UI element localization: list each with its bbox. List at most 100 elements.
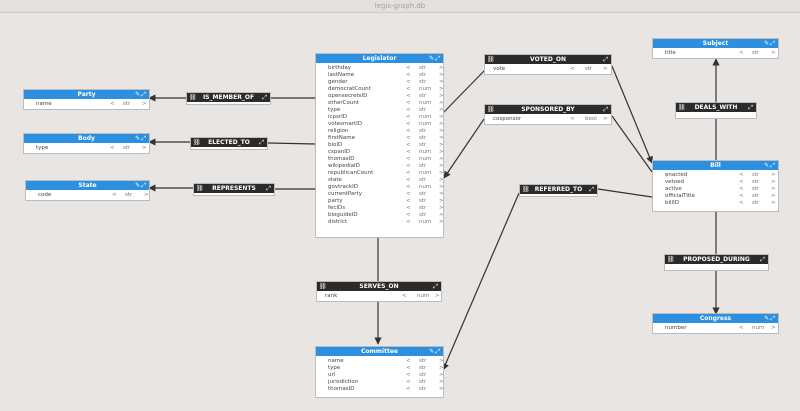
rel-sponsored-by[interactable]: ⛓ SPONSORED_BY ⤢ cosponsor < bool > (484, 104, 612, 125)
chevron-right-icon[interactable]: > (439, 65, 444, 72)
chevron-right-icon[interactable]: > (439, 358, 444, 365)
chevron-right-icon[interactable]: > (439, 135, 444, 142)
chevron-right-icon[interactable]: > (439, 386, 444, 393)
chevron-right-icon[interactable]: > (439, 93, 444, 100)
chevron-left-icon[interactable]: < (406, 219, 411, 226)
chevron-left-icon[interactable]: < (406, 72, 411, 79)
chevron-right-icon[interactable]: > (439, 177, 444, 184)
rel-serves-on[interactable]: ⛓ SERVES_ON ⤢ rank < num > (316, 281, 442, 302)
expand-icon[interactable]: ⤢ (266, 185, 272, 192)
chevron-left-icon[interactable]: < (406, 100, 411, 107)
chevron-left-icon[interactable]: < (739, 172, 744, 179)
chevron-left-icon[interactable]: < (406, 177, 411, 184)
chevron-left-icon[interactable]: < (110, 145, 115, 152)
chevron-left-icon[interactable]: < (406, 184, 411, 191)
expand-icon[interactable]: ⤢ (433, 283, 439, 290)
chevron-left-icon[interactable]: < (110, 101, 115, 108)
chevron-left-icon[interactable]: < (739, 179, 744, 186)
expand-icon[interactable]: ⤢ (770, 162, 776, 169)
chevron-right-icon[interactable]: > (142, 145, 147, 152)
chevron-left-icon[interactable]: < (739, 325, 744, 332)
chevron-right-icon[interactable]: > (439, 100, 444, 107)
chevron-right-icon[interactable]: > (439, 184, 444, 191)
expand-icon[interactable]: ⤢ (141, 182, 147, 189)
chevron-left-icon[interactable]: < (570, 66, 575, 73)
chevron-right-icon[interactable]: > (771, 193, 776, 200)
node-state[interactable]: State ✎⤢ code < str > (25, 180, 150, 201)
chevron-right-icon[interactable]: > (439, 205, 444, 212)
chevron-right-icon[interactable]: > (439, 212, 444, 219)
chevron-right-icon[interactable]: > (439, 121, 444, 128)
chevron-left-icon[interactable]: < (406, 205, 411, 212)
chevron-left-icon[interactable]: < (406, 149, 411, 156)
chevron-right-icon[interactable]: > (439, 86, 444, 93)
chevron-left-icon[interactable]: < (406, 135, 411, 142)
expand-icon[interactable]: ⤢ (748, 104, 754, 111)
chevron-left-icon[interactable]: < (739, 186, 744, 193)
chevron-left-icon[interactable]: < (739, 193, 744, 200)
rel-proposed-during[interactable]: ⛓ PROPOSED_DURING ⤢ (664, 254, 769, 271)
chevron-right-icon[interactable]: > (603, 66, 608, 73)
chevron-left-icon[interactable]: < (406, 163, 411, 170)
chevron-left-icon[interactable]: < (406, 65, 411, 72)
chevron-left-icon[interactable]: < (406, 212, 411, 219)
chevron-right-icon[interactable]: > (771, 200, 776, 207)
chevron-left-icon[interactable]: < (406, 114, 411, 121)
chevron-left-icon[interactable]: < (406, 170, 411, 177)
chevron-right-icon[interactable]: > (439, 156, 444, 163)
node-subject[interactable]: Subject ✎⤢ title < str > (652, 38, 779, 59)
chevron-left-icon[interactable]: < (739, 50, 744, 57)
expand-icon[interactable]: ⤢ (435, 348, 441, 355)
chevron-right-icon[interactable]: > (435, 293, 440, 300)
chevron-right-icon[interactable]: > (439, 114, 444, 121)
chevron-left-icon[interactable]: < (406, 365, 411, 372)
chevron-left-icon[interactable]: < (406, 107, 411, 114)
chevron-left-icon[interactable]: < (112, 192, 117, 199)
chevron-left-icon[interactable]: < (406, 93, 411, 100)
chevron-right-icon[interactable]: > (142, 101, 147, 108)
node-congress[interactable]: Congress ✎⤢ number < num > (652, 313, 779, 334)
chevron-left-icon[interactable]: < (406, 386, 411, 393)
chevron-left-icon[interactable]: < (406, 358, 411, 365)
chevron-right-icon[interactable]: > (771, 172, 776, 179)
node-committee[interactable]: Committee ✎⤢ name < str > type < str > url < str > j… (315, 346, 444, 398)
chevron-right-icon[interactable]: > (439, 219, 444, 226)
rel-referred-to[interactable]: ⛓ REFERRED_TO ⤢ (519, 184, 598, 197)
chevron-right-icon[interactable]: > (439, 128, 444, 135)
chevron-right-icon[interactable]: > (439, 163, 444, 170)
chevron-right-icon[interactable]: > (439, 142, 444, 149)
expand-icon[interactable]: ⤢ (435, 55, 441, 62)
chevron-right-icon[interactable]: > (439, 365, 444, 372)
chevron-left-icon[interactable]: < (406, 156, 411, 163)
expand-icon[interactable]: ⤢ (770, 40, 776, 47)
node-party[interactable]: Party ✎⤢ name < str > (23, 89, 150, 110)
chevron-left-icon[interactable]: < (406, 198, 411, 205)
chevron-left-icon[interactable]: < (406, 372, 411, 379)
node-legislator[interactable]: Legislator ✎⤢ birthday < str > lastName < str >… (315, 53, 444, 238)
chevron-right-icon[interactable]: > (771, 186, 776, 193)
chevron-left-icon[interactable]: < (406, 121, 411, 128)
chevron-right-icon[interactable]: > (439, 379, 444, 386)
chevron-right-icon[interactable]: > (603, 116, 608, 123)
chevron-right-icon[interactable]: > (771, 50, 776, 57)
chevron-right-icon[interactable]: > (771, 179, 776, 186)
chevron-left-icon[interactable]: < (406, 86, 411, 93)
rel-voted-on[interactable]: ⛓ VOTED_ON ⤢ vote < str > (484, 54, 612, 75)
expand-icon[interactable]: ⤢ (262, 94, 268, 101)
expand-icon[interactable]: ⤢ (603, 56, 609, 63)
expand-icon[interactable]: ⤢ (141, 91, 147, 98)
expand-icon[interactable]: ⤢ (141, 135, 147, 142)
chevron-left-icon[interactable]: < (570, 116, 575, 123)
rel-is-member-of[interactable]: ⛓ IS_MEMBER_OF ⤢ (186, 92, 271, 105)
chevron-left-icon[interactable]: < (406, 79, 411, 86)
chevron-left-icon[interactable]: < (406, 142, 411, 149)
expand-icon[interactable]: ⤢ (259, 139, 265, 146)
node-body[interactable]: Body ✎⤢ type < str > (23, 133, 150, 154)
expand-icon[interactable]: ⤢ (760, 256, 766, 263)
rel-elected-to[interactable]: ⛓ ELECTED_TO ⤢ (190, 137, 268, 150)
chevron-right-icon[interactable]: > (439, 191, 444, 198)
chevron-left-icon[interactable]: < (406, 379, 411, 386)
rel-deals-with[interactable]: ⛓ DEALS_WITH ⤢ (675, 102, 757, 119)
chevron-left-icon[interactable]: < (406, 128, 411, 135)
chevron-right-icon[interactable]: > (439, 72, 444, 79)
